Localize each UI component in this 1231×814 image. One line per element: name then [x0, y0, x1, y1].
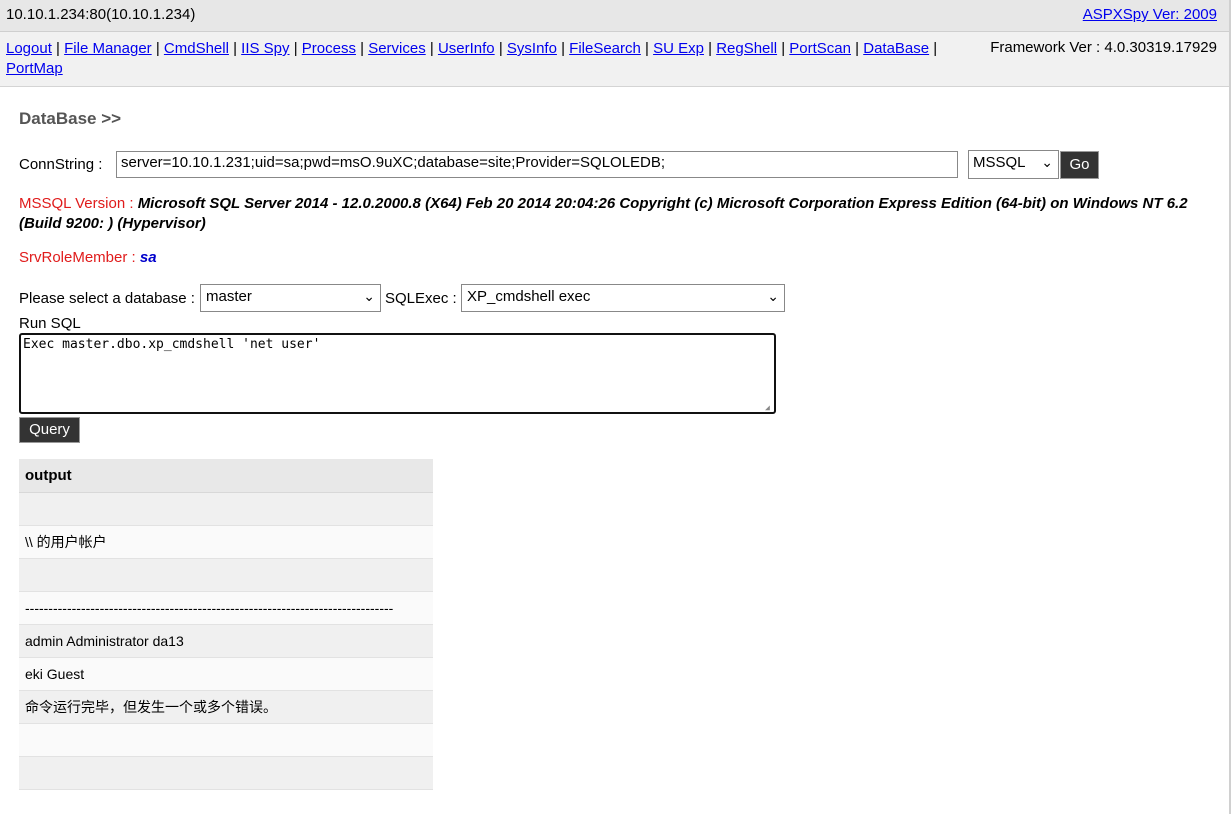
- conn-string-label: ConnString :: [19, 156, 103, 173]
- framework-version: Framework Ver : 4.0.30319.17929: [990, 39, 1217, 56]
- db-type-select[interactable]: MSSQL ⌄: [968, 150, 1059, 179]
- output-cell: 命令运行完毕，但发生一个或多个错误。: [19, 690, 433, 724]
- table-row: [19, 723, 433, 757]
- nav-portscan[interactable]: PortScan: [789, 40, 851, 57]
- nav-services[interactable]: Services: [368, 40, 426, 57]
- nav-su-exp[interactable]: SU Exp: [653, 40, 704, 57]
- database-select[interactable]: master ⌄: [200, 284, 381, 312]
- chevron-down-icon: ⌄: [363, 288, 375, 304]
- sqlexec-label: SQLExec :: [385, 290, 457, 307]
- mssql-version-label: MSSQL Version: [19, 195, 126, 212]
- query-button[interactable]: Query: [19, 417, 80, 443]
- nav-file-manager[interactable]: File Manager: [64, 40, 152, 57]
- output-table: output \\ 的用户帐户 ------------------------…: [19, 459, 433, 790]
- output-cell: eki Guest: [19, 657, 433, 691]
- nav-bar: Logout | File Manager | CmdShell | IIS S…: [0, 32, 1231, 87]
- output-cell: admin Administrator da13: [19, 624, 433, 658]
- nav-portmap[interactable]: PortMap: [6, 60, 63, 77]
- table-row: admin Administrator da13: [19, 624, 433, 658]
- page-title: DataBase >>: [19, 109, 122, 128]
- table-row: [19, 558, 433, 592]
- output-cell: [19, 558, 433, 592]
- top-bar: 10.10.1.234:80(10.10.1.234) ASPXSpy Ver:…: [0, 0, 1231, 32]
- select-database-label: Please select a database :: [19, 290, 195, 307]
- mssql-version-value: Microsoft SQL Server 2014 - 12.0.2000.8 …: [19, 195, 1188, 232]
- chevron-down-icon: ⌄: [1041, 154, 1053, 170]
- table-row: \\ 的用户帐户: [19, 525, 433, 559]
- database-select-value: master: [206, 288, 252, 305]
- srv-role-label: SrvRoleMember: [19, 249, 128, 266]
- host-address: 10.10.1.234:80(10.10.1.234): [6, 6, 196, 23]
- nav-regshell[interactable]: RegShell: [716, 40, 777, 57]
- nav-sysinfo[interactable]: SysInfo: [507, 40, 557, 57]
- nav-cmdshell[interactable]: CmdShell: [164, 40, 229, 57]
- srv-role-line: SrvRoleMember : sa: [19, 249, 157, 266]
- output-cell: [19, 492, 433, 526]
- table-row: [19, 492, 433, 526]
- chevron-down-icon: ⌄: [767, 288, 779, 304]
- table-row: ----------------------------------------…: [19, 591, 433, 625]
- version-link[interactable]: ASPXSpy Ver: 2009: [1083, 6, 1217, 23]
- sql-text: Exec master.dbo.xp_cmdshell 'net user': [23, 337, 321, 352]
- sqlexec-select-value: XP_cmdshell exec: [467, 288, 591, 305]
- nav-logout[interactable]: Logout: [6, 40, 52, 57]
- output-column-header: output: [19, 459, 433, 493]
- nav-userinfo[interactable]: UserInfo: [438, 40, 495, 57]
- database-select-row: Please select a database : master ⌄ SQLE…: [19, 284, 799, 314]
- nav-iis-spy[interactable]: IIS Spy: [241, 40, 289, 57]
- mssql-version-line: MSSQL Version : Microsoft SQL Server 201…: [19, 195, 1188, 232]
- table-row: 命令运行完毕，但发生一个或多个错误。: [19, 690, 433, 724]
- db-type-value: MSSQL: [973, 154, 1026, 171]
- sqlexec-select[interactable]: XP_cmdshell exec ⌄: [461, 284, 785, 312]
- resize-handle-icon[interactable]: ◢: [765, 403, 773, 412]
- output-cell: [19, 723, 433, 757]
- conn-string-input[interactable]: server=10.10.1.231;uid=sa;pwd=msO.9uXC;d…: [116, 151, 958, 178]
- sql-textarea[interactable]: Exec master.dbo.xp_cmdshell 'net user' ◢: [19, 333, 776, 414]
- srv-role-value: sa: [139, 249, 157, 266]
- nav-process[interactable]: Process: [302, 40, 356, 57]
- output-cell: [19, 756, 433, 790]
- output-cell: ----------------------------------------…: [19, 591, 433, 625]
- nav-links: Logout | File Manager | CmdShell | IIS S…: [6, 40, 938, 77]
- nav-database[interactable]: DataBase: [863, 40, 929, 57]
- run-sql-label: Run SQL: [19, 315, 81, 332]
- table-row: [19, 756, 433, 790]
- table-row: eki Guest: [19, 657, 433, 691]
- nav-filesearch[interactable]: FileSearch: [569, 40, 641, 57]
- go-button[interactable]: Go: [1060, 151, 1099, 179]
- output-cell: \\ 的用户帐户: [19, 525, 433, 559]
